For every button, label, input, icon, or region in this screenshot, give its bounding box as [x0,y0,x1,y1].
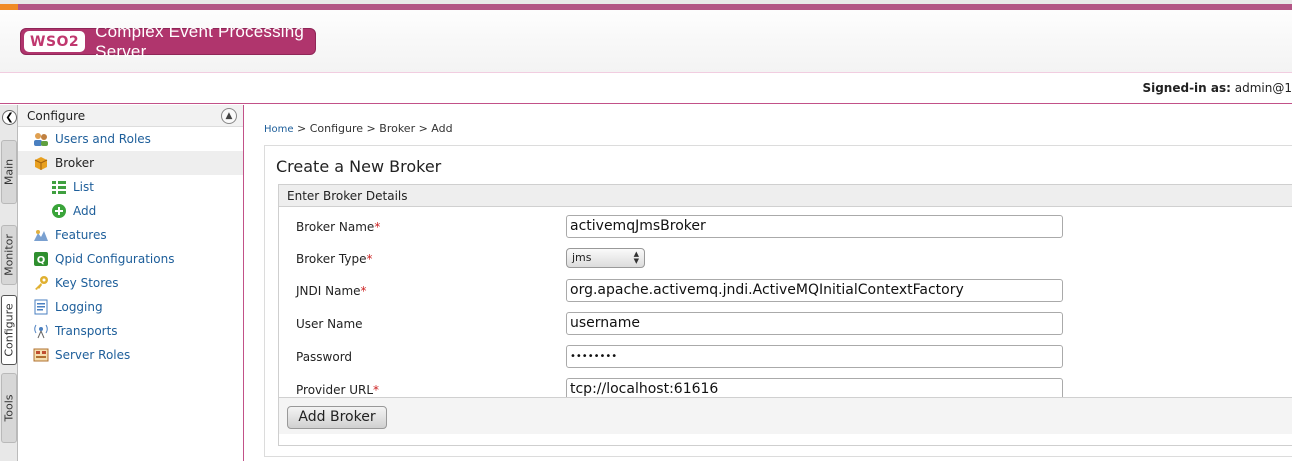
sidebar-item-users-and-roles[interactable]: Users and Roles [18,127,243,151]
user-name-row: User Name username [279,312,1292,336]
sidebar-item-label: Features [55,228,107,242]
jndi-name-input[interactable]: org.apache.activemq.jndi.ActiveMQInitial… [566,279,1063,302]
sidebar-item-label: List [73,180,94,194]
form-footer: Add Broker [279,397,1292,434]
top-stripe-brand [0,4,1292,10]
sidebar-item-qpid-configurations[interactable]: Q Qpid Configurations [18,247,243,271]
sidebar-item-label: Users and Roles [55,132,151,146]
broker-details-section: Enter Broker Details Broker Name* active… [278,184,1292,446]
password-row: Password •••••••• [279,345,1292,369]
signed-in-user: admin@1 [1234,81,1292,95]
sidebar-item-broker[interactable]: Broker [18,151,243,175]
wso2-logo: WSO2 [24,31,86,52]
section-title: Enter Broker Details [279,185,1292,207]
required-mark: * [374,220,381,234]
sidebar-item-logging[interactable]: Logging [18,295,243,319]
signed-in-info: Signed-in as: admin@1 [1142,81,1292,95]
sidebar: Configure ▲ Users and Roles Broker List … [18,105,244,461]
add-icon [51,203,67,219]
main-content: Home > Configure > Broker > Add Create a… [245,105,1292,461]
key-icon [33,275,49,291]
sidebar-item-features[interactable]: Features [18,223,243,247]
signin-bar: Signed-in as: admin@1 [0,72,1292,104]
users-roles-icon [33,131,49,147]
sidebar-item-label: Key Stores [55,276,119,290]
signed-in-label: Signed-in as: [1142,81,1231,95]
password-input[interactable]: •••••••• [566,345,1063,368]
broker-name-label: Broker Name* [296,220,381,234]
chevron-up-icon[interactable]: ▲ [221,108,237,124]
sidebar-item-server-roles[interactable]: Server Roles [18,343,243,367]
provider-url-label: Provider URL* [296,383,380,397]
breadcrumb-path: > Configure > Broker > Add [297,122,453,135]
tab-configure[interactable]: Configure [1,295,17,365]
broker-name-input[interactable]: activemqJmsBroker [566,215,1063,238]
tab-tools-label: Tools [2,394,16,422]
sidebar-item-label: Broker [55,156,95,170]
sidebar-item-label: Logging [55,300,103,314]
select-arrows-icon: ▲ ▼ [633,250,639,265]
top-stripe-accent [0,4,18,10]
required-mark: * [373,383,380,397]
broker-name-row: Broker Name* activemqJmsBroker [279,215,1292,239]
sidebar-item-transports[interactable]: Transports [18,319,243,343]
required-mark: * [360,284,367,298]
tab-main-label: Main [2,158,16,186]
add-broker-button[interactable]: Add Broker [287,406,387,429]
logging-icon [33,299,49,315]
tab-monitor-label: Monitor [2,234,16,276]
tab-tools[interactable]: Tools [1,373,17,443]
product-logo[interactable]: WSO2 Complex Event Processing Server [20,22,316,61]
sidebar-title: Configure [27,109,86,123]
features-icon [33,227,49,243]
breadcrumb: Home > Configure > Broker > Add [264,122,453,135]
sidebar-header: Configure ▲ [18,105,243,127]
tab-main[interactable]: Main [1,140,17,204]
svg-text:Q: Q [37,255,46,266]
list-icon [51,179,67,195]
create-broker-panel: Create a New Broker Enter Broker Details… [264,145,1292,457]
user-name-label: User Name [296,317,363,331]
required-mark: * [366,252,373,266]
jndi-name-row: JNDI Name* org.apache.activemq.jndi.Acti… [279,279,1292,303]
broker-icon [33,155,49,171]
transports-icon [33,323,49,339]
broker-type-select[interactable]: jms ▲ ▼ [566,248,645,268]
jndi-name-label: JNDI Name* [296,284,367,298]
sidebar-item-list[interactable]: List [18,175,243,199]
server-roles-icon [33,347,49,363]
sidebar-item-label: Transports [55,324,118,338]
password-label: Password [296,350,353,364]
tab-monitor[interactable]: Monitor [1,225,17,285]
left-tab-strip: ❮ Main Monitor Configure Tools [0,105,18,461]
page-title: Create a New Broker [276,157,442,176]
sidebar-item-key-stores[interactable]: Key Stores [18,271,243,295]
wso2-logo-text: WSO2 [30,33,80,50]
broker-type-row: Broker Type* jms ▲ ▼ [279,247,1292,271]
breadcrumb-home-link[interactable]: Home [264,124,294,135]
sidebar-item-label: Add [73,204,97,218]
tab-configure-label: Configure [2,303,16,357]
sidebar-item-add[interactable]: Add [18,199,243,223]
broker-type-label: Broker Type* [296,252,373,266]
collapse-menu-button[interactable]: ❮ [2,110,17,125]
qpid-icon: Q [33,251,49,267]
user-name-input[interactable]: username [566,312,1063,335]
sidebar-item-label: Qpid Configurations [55,252,175,266]
sidebar-item-label: Server Roles [55,348,131,362]
broker-type-value: jms [572,251,592,264]
product-name: Complex Event Processing Server [95,21,305,61]
header-bar: WSO2 Complex Event Processing Server [0,0,1292,72]
